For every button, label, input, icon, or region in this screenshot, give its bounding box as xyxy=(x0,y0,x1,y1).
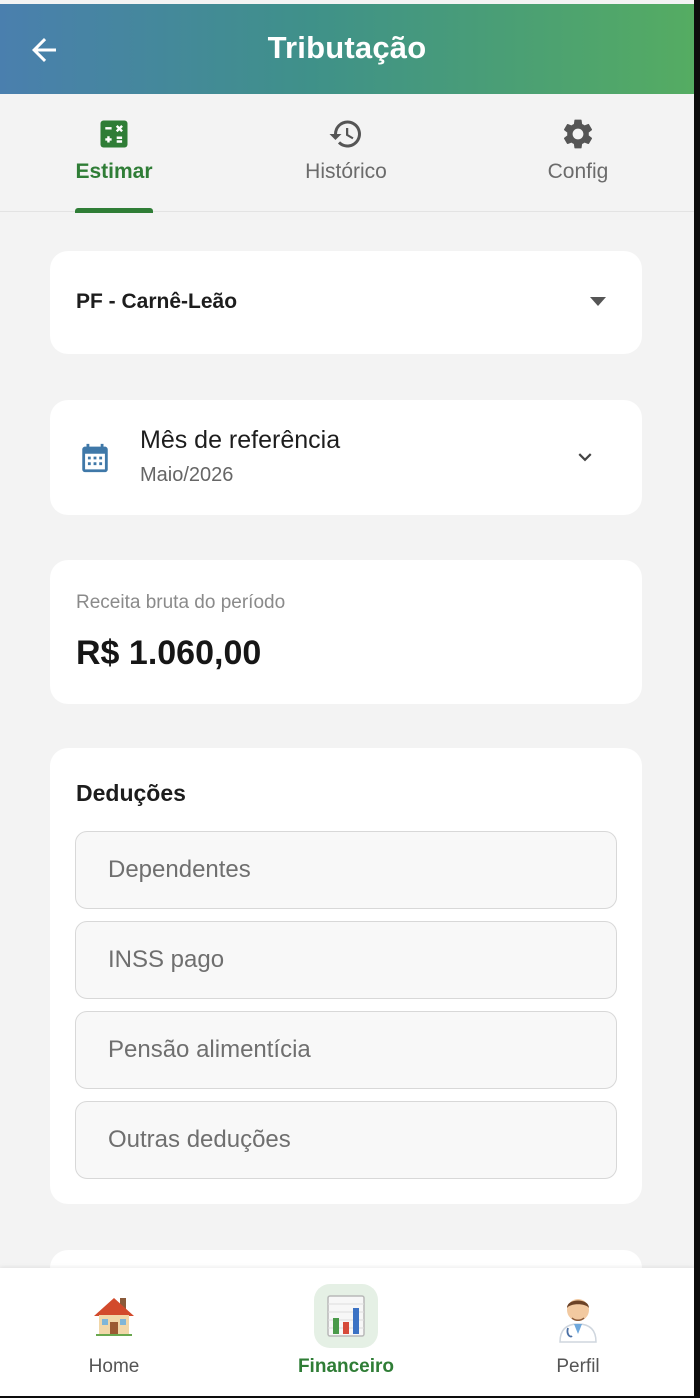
inss-paid-input[interactable] xyxy=(75,921,617,999)
regime-selected-value: PF - Carnê-Leão xyxy=(76,290,238,313)
app-bar: Tributação xyxy=(0,4,694,94)
month-label: Mês de referência xyxy=(140,426,341,454)
tab-label: Estimar xyxy=(75,160,153,183)
revenue-label: Receita bruta do período xyxy=(76,592,286,613)
other-deductions-input[interactable] xyxy=(75,1101,617,1179)
gross-revenue-card: Receita bruta do período R$ 1.060,00 xyxy=(50,560,642,704)
calculator-icon xyxy=(100,120,128,148)
tab-bar: Estimar Histórico Config xyxy=(0,94,694,213)
dependents-input[interactable] xyxy=(75,831,617,909)
tab-historico[interactable]: Histórico xyxy=(246,94,446,212)
tab-label: Histórico xyxy=(305,160,387,183)
screen-edge xyxy=(694,0,700,1398)
app-screen: Tributação Estimar Histórico Config PF -… xyxy=(0,0,694,1398)
nav-label: Home xyxy=(88,1356,140,1377)
bar-chart-icon xyxy=(314,1284,378,1348)
history-icon xyxy=(329,120,361,148)
dropdown-caret-icon xyxy=(590,297,606,306)
deductions-card: Deduções xyxy=(50,748,642,1204)
revenue-value: R$ 1.060,00 xyxy=(76,634,262,672)
nav-financeiro[interactable]: Financeiro xyxy=(246,1268,446,1396)
nav-home[interactable]: Home xyxy=(14,1268,214,1396)
alimony-input[interactable] xyxy=(75,1011,617,1089)
calendar-icon xyxy=(82,443,108,473)
month-value: Maio/2026 xyxy=(140,464,234,486)
doctor-avatar-icon xyxy=(559,1299,597,1343)
reference-month-selector[interactable]: Mês de referência Maio/2026 xyxy=(50,400,642,515)
active-tab-indicator xyxy=(75,208,153,213)
gear-icon xyxy=(563,119,593,149)
tab-config[interactable]: Config xyxy=(478,94,678,212)
deductions-heading: Deduções xyxy=(76,780,186,806)
house-icon xyxy=(94,1298,134,1336)
chevron-down-icon xyxy=(578,453,592,462)
nav-label: Financeiro xyxy=(297,1356,395,1377)
nav-perfil[interactable]: Perfil xyxy=(478,1268,678,1396)
nav-label: Perfil xyxy=(556,1356,600,1377)
regime-dropdown[interactable]: PF - Carnê-Leão xyxy=(50,251,642,354)
bottom-navigation: Home Financeiro Perfil xyxy=(0,1268,694,1396)
tab-estimar[interactable]: Estimar xyxy=(14,94,214,213)
tab-label: Config xyxy=(547,160,609,183)
page-title: Tributação xyxy=(267,30,427,65)
